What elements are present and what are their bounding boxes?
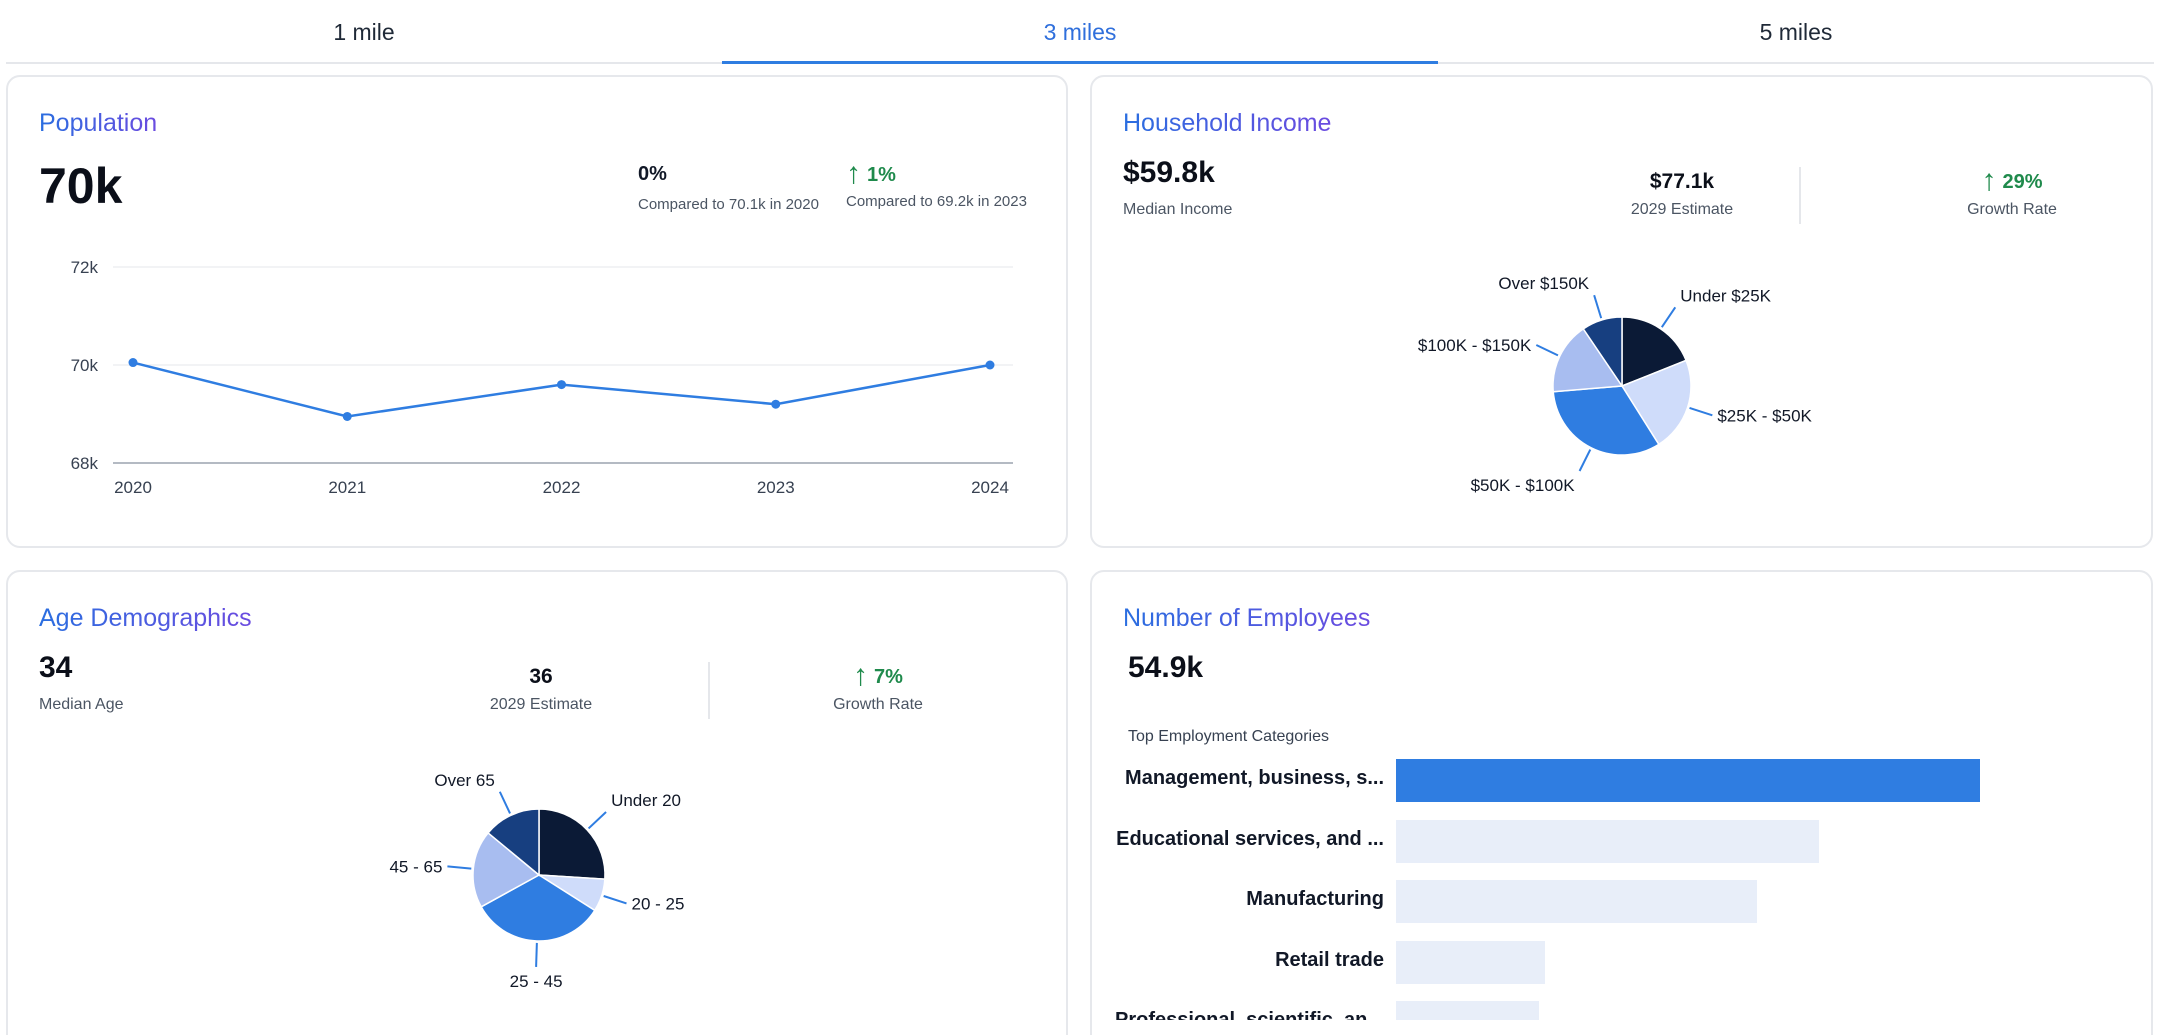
bar-category-label: Professional, scientific, an... <box>1115 1009 1384 1020</box>
age-pie-chart: Under 20 20 - 25 25 - 45 45 - 65 Over 65 <box>389 771 684 991</box>
radius-tabs: 1 mile 3 miles 5 miles <box>6 0 2154 64</box>
data-point <box>342 411 352 421</box>
pie-leader-line <box>587 811 607 830</box>
bar-category-label: Manufacturing <box>1246 888 1384 910</box>
tab-5-miles[interactable]: 5 miles <box>1438 0 2154 62</box>
bar[interactable] <box>1396 940 1545 984</box>
data-point <box>985 360 995 370</box>
bar-category-label: Retail trade <box>1275 948 1384 971</box>
pie-leader-line <box>1593 294 1603 319</box>
age-demographics-card: Age Demographics 34 Median Age 36 2029 E… <box>6 570 1068 1035</box>
bar[interactable] <box>1396 1001 1540 1020</box>
household-income-card: Household Income $59.8k Median Income $7… <box>1090 75 2153 548</box>
y-tick-label: 72k <box>71 258 99 277</box>
x-tick-label: 2020 <box>114 478 152 497</box>
bar[interactable] <box>1396 819 1819 863</box>
bar-category-label: Educational services, and ... <box>1116 827 1384 850</box>
population-card: Population 70k 0% Compared to 70.1k in 2… <box>6 75 1068 548</box>
pie-label: $25K - $50K <box>1717 406 1812 425</box>
pie-label: $50K - $100K <box>1471 476 1576 495</box>
pie-label: $100K - $150K <box>1418 336 1532 355</box>
population-series-line <box>132 361 991 418</box>
pie-label: 20 - 25 <box>631 894 684 913</box>
employment-bar-chart: Management, business, s... Educational se… <box>1092 572 2151 1020</box>
pie-label: Over 65 <box>434 771 494 790</box>
pie-slice <box>538 808 606 880</box>
pie-leader-line <box>535 942 538 967</box>
bar[interactable] <box>1396 880 1757 923</box>
pie-leader-line <box>447 865 472 870</box>
population-line-chart: 72k 70k 68k 2020 2021 2022 2023 2024 <box>71 258 1013 497</box>
pie-leader-line <box>603 895 627 905</box>
data-point <box>557 380 566 390</box>
pie-label: Under $25K <box>1680 286 1771 305</box>
y-tick-label: 68k <box>71 454 99 473</box>
tab-1-mile[interactable]: 1 mile <box>6 0 722 62</box>
pie-label: 45 - 65 <box>389 857 442 876</box>
pie-leader-line <box>1578 449 1592 472</box>
pie-label: 25 - 45 <box>510 972 563 991</box>
tab-3-miles[interactable]: 3 miles <box>722 0 1438 64</box>
bar[interactable] <box>1396 759 1980 802</box>
data-point <box>771 399 781 409</box>
x-tick-label: 2024 <box>971 478 1009 497</box>
pie-leader-line <box>1660 306 1677 328</box>
pie-label: Under 20 <box>611 791 681 810</box>
income-pie-chart: Under $25K $25K - $50K $50K - $100K $100K -… <box>1418 274 1813 495</box>
employees-card: Number of Employees 54.9k Top Employment… <box>1090 570 2153 1035</box>
pie-leader-line <box>1535 344 1559 357</box>
x-tick-label: 2021 <box>328 478 366 497</box>
y-tick-label: 70k <box>71 356 99 375</box>
data-point <box>128 358 138 368</box>
x-tick-label: 2023 <box>757 478 795 497</box>
pie-leader-line <box>498 791 511 814</box>
bar-category-label: Management, business, s... <box>1125 767 1384 789</box>
x-tick-label: 2022 <box>543 478 581 497</box>
pie-leader-line <box>1689 406 1713 417</box>
pie-label: Over $150K <box>1498 274 1589 293</box>
